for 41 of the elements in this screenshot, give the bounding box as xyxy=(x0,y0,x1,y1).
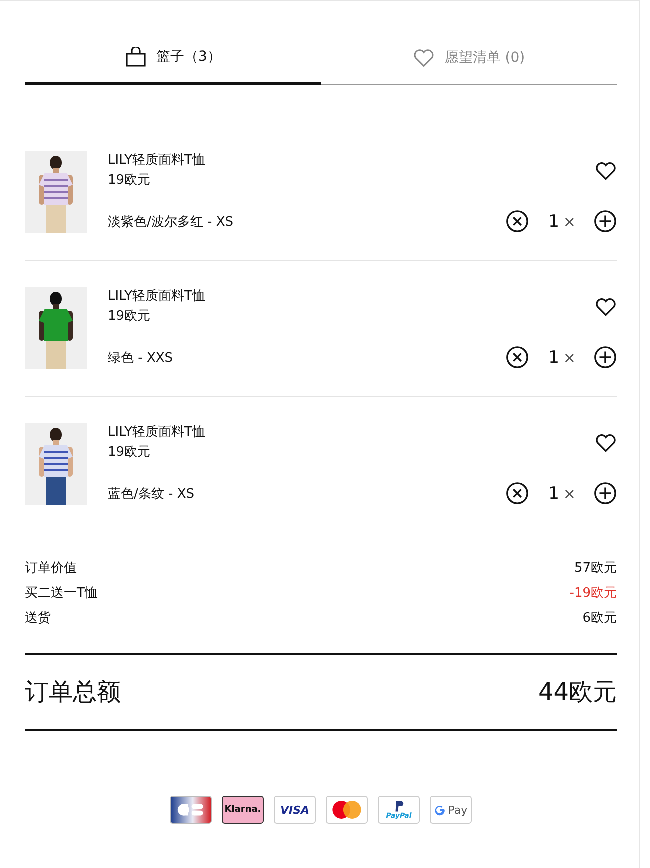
tab[interactable]: 愿望清单 (0) xyxy=(321,39,617,85)
heart-icon[interactable] xyxy=(595,297,617,317)
heart-icon xyxy=(412,48,435,68)
product-name: LILY轻质面料T恤 xyxy=(108,288,206,306)
gpay-logo: Pay xyxy=(430,796,472,824)
heart-icon[interactable] xyxy=(595,161,617,181)
add-icon[interactable] xyxy=(594,482,617,505)
product-variant: 蓝色/条纹 - XS xyxy=(108,486,194,502)
tab[interactable]: 篮子（3） xyxy=(25,39,321,85)
total-label: 订单总额 xyxy=(25,677,121,708)
summary-value: 6欧元 xyxy=(582,610,617,628)
summary-label: 送货 xyxy=(25,610,51,628)
times-sign: × xyxy=(563,348,576,366)
product-variant: 淡紫色/波尔多红 - XS xyxy=(108,214,234,230)
bag-icon xyxy=(124,47,147,67)
times-sign: × xyxy=(563,212,576,230)
remove-icon[interactable] xyxy=(506,482,529,505)
product-variant: 绿色 - XXS xyxy=(108,350,174,366)
mastercard-logo xyxy=(326,796,368,824)
product-price: 19欧元 xyxy=(108,308,152,326)
total-value: 44欧元 xyxy=(538,677,617,708)
visa-logo: VISA xyxy=(274,796,316,824)
summary-value: 57欧元 xyxy=(574,560,617,578)
summary-label: 订单价值 xyxy=(25,560,77,578)
remove-icon[interactable] xyxy=(506,346,529,369)
heart-icon[interactable] xyxy=(595,433,617,453)
product-price: 19欧元 xyxy=(108,444,152,462)
klarna-logo: Klarna. xyxy=(222,796,264,824)
quantity: 1 xyxy=(548,484,560,504)
product-price: 19欧元 xyxy=(108,172,152,190)
quantity: 1 xyxy=(548,348,560,368)
add-icon[interactable] xyxy=(594,210,617,233)
times-sign: × xyxy=(563,484,576,502)
add-icon[interactable] xyxy=(594,346,617,369)
product-name: LILY轻质面料T恤 xyxy=(108,424,206,442)
product-name: LILY轻质面料T恤 xyxy=(108,152,206,170)
quantity: 1 xyxy=(548,212,560,232)
card-logo xyxy=(170,796,212,824)
summary-value: -19欧元 xyxy=(570,585,617,603)
remove-icon[interactable] xyxy=(506,210,529,233)
summary-label: 买二送一T恤 xyxy=(25,585,98,603)
